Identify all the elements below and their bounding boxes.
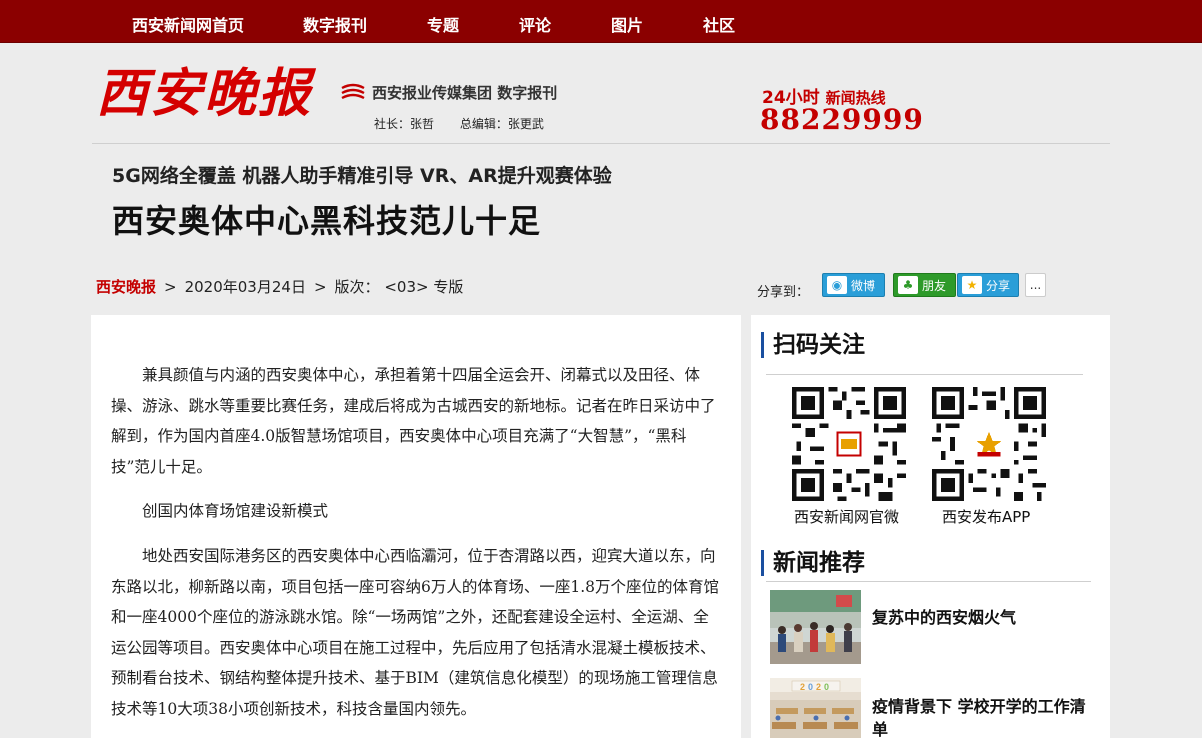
share-moments-button[interactable]: ♣ 朋友 bbox=[893, 273, 956, 297]
news-thumbnail-classroom[interactable]: 2 0 2 0 bbox=[770, 678, 861, 738]
star-icon: ★ bbox=[962, 276, 982, 294]
article-section-heading: 创国内体育场馆建设新模式 bbox=[142, 502, 329, 520]
breadcrumb-separator: > bbox=[164, 278, 177, 296]
share-label: 分享到： bbox=[757, 285, 810, 300]
svg-text:2: 2 bbox=[816, 682, 821, 692]
qr-app-label: 西安发布APP bbox=[942, 508, 1031, 526]
edition-label: 版次： bbox=[334, 278, 380, 296]
article-headline: 西安奥体中心黑科技范儿十足 bbox=[112, 202, 542, 240]
article-date: 2020年03月24日 bbox=[184, 278, 306, 296]
clover-icon: ♣ bbox=[898, 276, 918, 294]
nav-commentary[interactable]: 评论 bbox=[519, 12, 551, 36]
news-thumbnail-street[interactable] bbox=[770, 590, 861, 664]
news-item-title[interactable]: 疫情背景下 学校开学的工作清单 bbox=[872, 695, 1097, 738]
publisher: 社长：张哲 bbox=[374, 117, 435, 131]
group-logo-icon bbox=[341, 83, 365, 100]
masthead-divider bbox=[92, 143, 1110, 144]
share-more-button[interactable]: ... bbox=[1025, 273, 1046, 297]
media-group-name: 西安报业传媒集团 数字报刊 bbox=[372, 84, 558, 102]
svg-text:0: 0 bbox=[824, 682, 829, 692]
newspaper-logo[interactable]: 西安晚报 bbox=[96, 64, 312, 124]
qr-weibo-label: 西安新闻网官微 bbox=[794, 508, 900, 526]
nav-home[interactable]: 西安新闻网首页 bbox=[132, 12, 244, 36]
nav-topics[interactable]: 专题 bbox=[427, 12, 459, 36]
sidebar: 扫码关注 西安新闻网官微 西安发布APP 新闻推荐 复苏中的西安烟火气 2 0 … bbox=[751, 315, 1110, 738]
edition-value[interactable]: <03> 专版 bbox=[384, 278, 463, 296]
breadcrumb: 西安晚报 >2020年03月24日 > 版次： <03> 专版 bbox=[96, 276, 463, 297]
share-weibo-label: 微博 bbox=[851, 278, 876, 293]
breadcrumb-paper-link[interactable]: 西安晚报 bbox=[96, 278, 156, 296]
qr-code-weibo bbox=[792, 387, 906, 501]
svg-text:0: 0 bbox=[808, 682, 813, 692]
weibo-icon: ◉ bbox=[827, 276, 847, 294]
news-section-title: 新闻推荐 bbox=[761, 550, 865, 576]
qr-section-divider bbox=[766, 374, 1083, 375]
nav-digital-paper[interactable]: 数字报刊 bbox=[303, 12, 367, 36]
article-paragraph: 兼具颜值与内涵的西安奥体中心，承担着第十四届全运会开、闭幕式以及田径、体操、游泳… bbox=[111, 366, 716, 476]
qr-section-title: 扫码关注 bbox=[761, 332, 865, 358]
article-body: 兼具颜值与内涵的西安奥体中心，承担着第十四届全运会开、闭幕式以及田径、体操、游泳… bbox=[91, 315, 741, 738]
news-item-title[interactable]: 复苏中的西安烟火气 bbox=[872, 606, 1097, 629]
staff-line: 社长：张哲 总编辑：张更武 bbox=[374, 115, 566, 132]
article-subtitle: 5G网络全覆盖 机器人助手精准引导 VR、AR提升观赛体验 bbox=[112, 165, 612, 187]
chief-editor: 总编辑：张更武 bbox=[459, 117, 544, 131]
share-weibo-button[interactable]: ◉ 微博 bbox=[822, 273, 885, 297]
hotline-number: 88229999 bbox=[760, 103, 924, 136]
qr-code-app bbox=[932, 387, 1046, 501]
share-qzone-button[interactable]: ★ 分享 bbox=[957, 273, 1019, 297]
top-nav: 西安新闻网首页 数字报刊 专题 评论 图片 社区 bbox=[0, 0, 1202, 43]
news-section-divider bbox=[766, 581, 1091, 582]
nav-photos[interactable]: 图片 bbox=[611, 12, 643, 36]
share-qzone-label: 分享 bbox=[986, 278, 1011, 293]
svg-text:2: 2 bbox=[800, 682, 805, 692]
nav-community[interactable]: 社区 bbox=[703, 12, 735, 36]
article-paragraph: 地处西安国际港务区的西安奥体中心西临灞河，位于杏渭路以西，迎宾大道以东，向东路以… bbox=[111, 547, 720, 718]
breadcrumb-separator: > bbox=[313, 278, 327, 296]
share-moments-label: 朋友 bbox=[922, 278, 947, 293]
